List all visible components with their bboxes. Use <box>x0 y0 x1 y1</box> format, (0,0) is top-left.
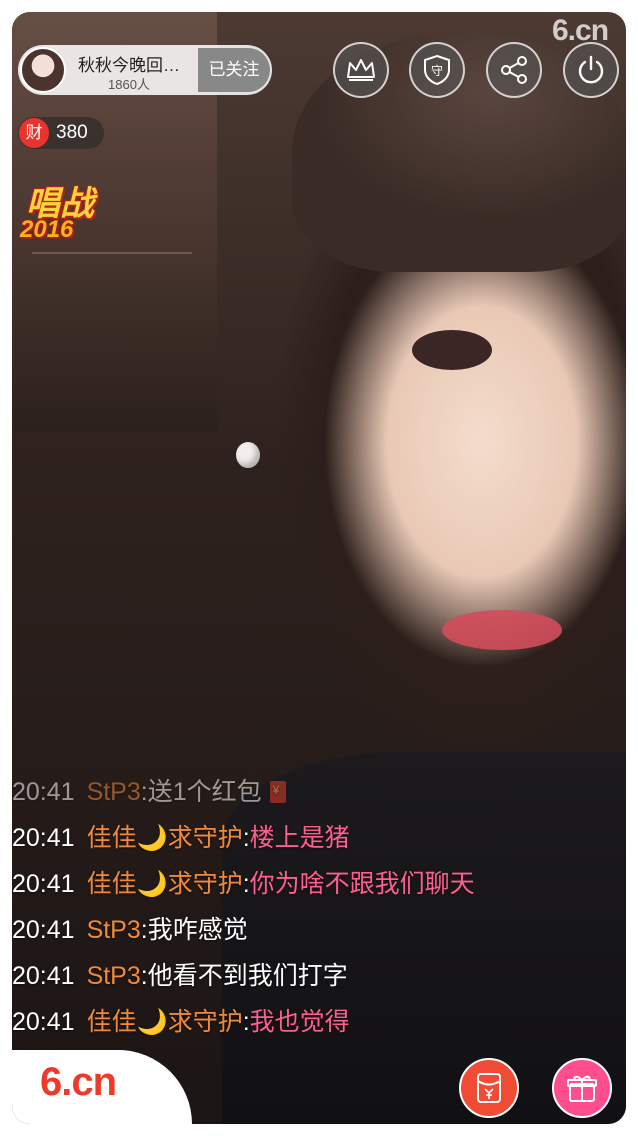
chat-separator: : <box>140 962 148 990</box>
chat-time: 20:41 <box>12 824 75 852</box>
gift-icon <box>567 1075 597 1102</box>
guard-icon: 守 <box>424 54 450 86</box>
follow-button[interactable]: 已关注 <box>198 48 270 92</box>
chat-separator: : <box>140 916 148 944</box>
crown-button[interactable] <box>333 42 389 98</box>
gift-button[interactable] <box>552 1058 612 1118</box>
red-packet-icon <box>477 1073 501 1103</box>
chat-content: 楼上是猪 <box>249 824 350 852</box>
chat-message: 20:41 StP3:他看不到我们打字 <box>12 956 612 1002</box>
chat-time: 20:41 <box>12 870 75 898</box>
chat-content: 我也觉得 <box>249 1008 350 1036</box>
chat-user[interactable]: StP3 <box>87 778 141 806</box>
crown-icon <box>347 59 375 81</box>
chat-content: 他看不到我们打字 <box>147 962 348 990</box>
event-year: 2016 <box>20 216 74 243</box>
anchor-avatar[interactable] <box>20 47 66 93</box>
red-packet-icon <box>269 781 286 803</box>
chat-time: 20:41 <box>12 916 75 944</box>
watermark-logo: 6.cn <box>552 14 609 47</box>
streamer-earring <box>236 442 260 468</box>
fortune-value: 380 <box>56 122 88 143</box>
chat-content: 送1个红包 <box>147 778 262 806</box>
chat-time: 20:41 <box>12 1008 75 1036</box>
share-button[interactable] <box>486 42 542 98</box>
chat-user[interactable]: 佳佳🌙求守护 <box>87 870 243 898</box>
event-badge[interactable]: 唱战 2016 <box>20 176 120 248</box>
chat-separator: : <box>140 778 148 806</box>
fortune-icon: 财 <box>19 118 49 148</box>
chat-content: 你为啥不跟我们聊天 <box>249 870 475 898</box>
chat-time: 20:41 <box>12 962 75 990</box>
chat-message: 20:41 StP3:送1个红包 <box>12 772 612 818</box>
chat-message: 20:41 佳佳🌙求守护:楼上是猪 <box>12 818 612 864</box>
chat-list: 20:41StP3:送1个红包 20:41佳佳🌙求守护:楼上是猪 20:41佳佳… <box>12 772 612 1048</box>
exit-button[interactable] <box>563 42 619 98</box>
guard-label: 守 <box>431 64 443 78</box>
power-icon <box>578 55 604 84</box>
chat-time: 20:41 <box>12 778 75 806</box>
guard-button[interactable]: 守 <box>409 42 465 98</box>
chat-user[interactable]: StP3 <box>87 962 141 990</box>
live-room-screen: 秋秋今晚回… 1860人 已关注 守 6.cn 财 380 唱战 2016 20… <box>0 0 638 1136</box>
brand-logo[interactable]: 6.cn <box>40 1060 117 1105</box>
share-icon <box>501 56 527 84</box>
chat-user[interactable]: StP3 <box>87 916 141 944</box>
chat-user[interactable]: 佳佳🌙求守护 <box>87 824 243 852</box>
anchor-name: 秋秋今晚回… <box>78 56 180 75</box>
viewer-count: 1860人 <box>108 77 150 92</box>
chat-message: 20:41 StP3:我咋感觉 <box>12 910 612 956</box>
red-packet-button[interactable] <box>459 1058 519 1118</box>
chat-user[interactable]: 佳佳🌙求守护 <box>87 1008 243 1036</box>
chat-separator: : <box>242 870 250 898</box>
streamer-lips <box>442 610 562 650</box>
chat-separator: : <box>242 824 250 852</box>
streamer-eye <box>412 330 492 370</box>
chat-message: 20:41 佳佳🌙求守护:你为啥不跟我们聊天 <box>12 864 612 910</box>
chat-content: 我咋感觉 <box>147 916 248 944</box>
chat-separator: : <box>242 1008 250 1036</box>
chat-message: 20:41 佳佳🌙求守护:我也觉得 <box>12 1002 612 1048</box>
